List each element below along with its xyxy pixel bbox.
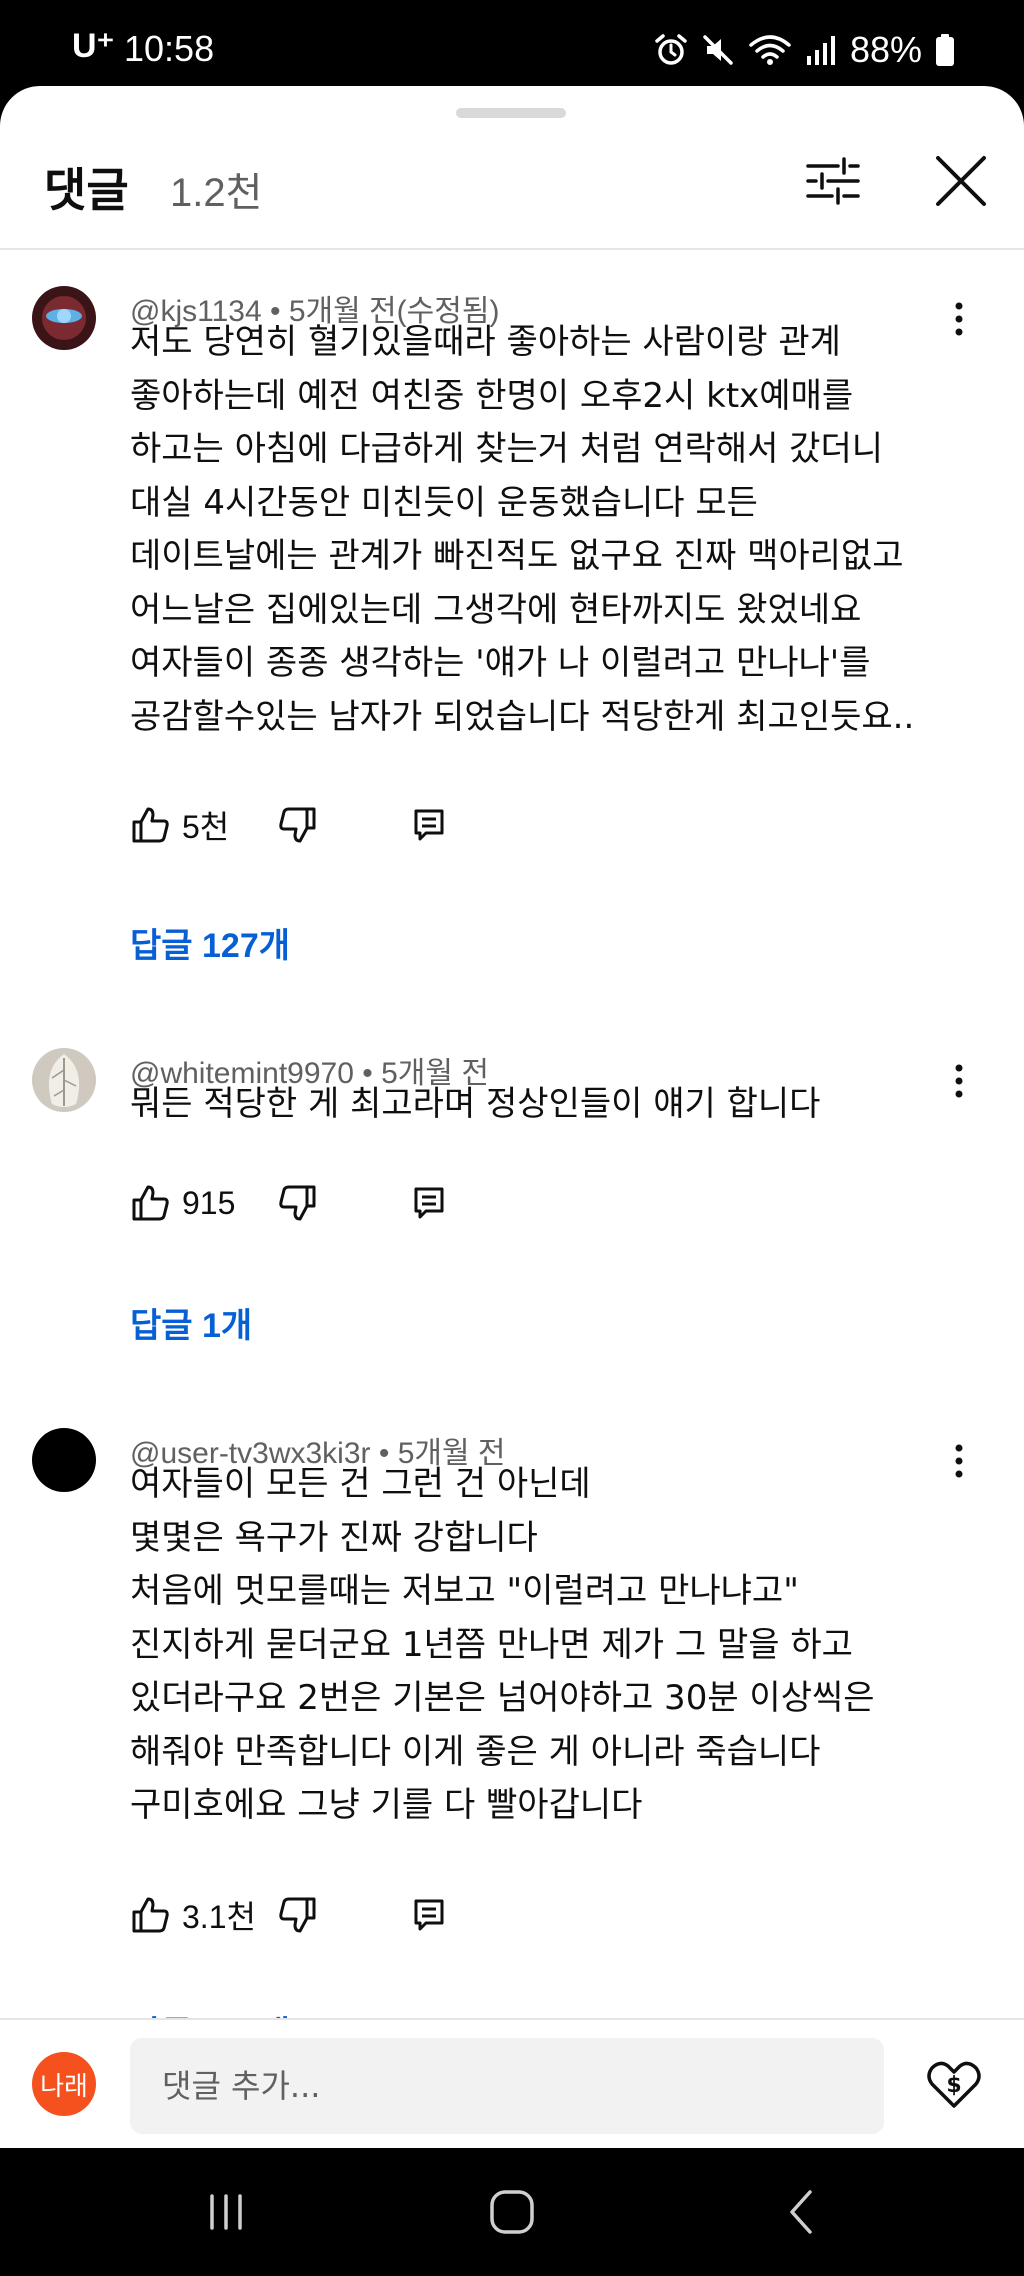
comment-item: @kjs1134 • 5개월 전(수정됨) 저도 당연히 혈기있을때라 좋아하는…	[0, 286, 1024, 846]
avatar[interactable]	[32, 286, 96, 350]
thumbs-up-icon	[132, 807, 169, 843]
recents-button[interactable]	[196, 2182, 256, 2242]
comments-sheet: 댓글 1.2천 @kjs1134 • 5개월 전(수정됨) 저도 당연히 혈기있…	[0, 86, 1024, 2148]
carrier-label: U⁺	[72, 27, 115, 65]
drag-handle[interactable]	[456, 108, 566, 118]
page-title: 댓글	[44, 163, 129, 217]
comments-header: 댓글 1.2천	[0, 146, 1024, 250]
comment-line: 뭐든 적당한 게 최고라며 정상인들이 얘기 합니다	[130, 1084, 821, 1124]
comment-line: 몇몇은 욕구가 진짜 강합니다	[130, 1517, 538, 1558]
comment-line: 처음에 멋모를때는 저보고 "이럴려고 만나냐고"	[130, 1571, 799, 1611]
home-button[interactable]	[482, 2182, 542, 2242]
comment-actions: 3.1천	[130, 1890, 530, 1940]
like-button[interactable]: 5천	[130, 800, 229, 850]
mute-icon	[703, 35, 733, 65]
comment-text: 여자들이 모든 건 그런 건 아닌데 몇몇은 욕구가 진짜 강합니다 처음에 멋…	[130, 1458, 980, 1833]
add-comment-input[interactable]	[130, 2038, 884, 2134]
avatar[interactable]	[32, 1428, 96, 1492]
comment-text: 뭐든 적당한 게 최고라며 정상인들이 얘기 합니다	[130, 1078, 980, 1132]
battery-icon	[936, 34, 954, 66]
reply-comment-icon	[414, 1187, 444, 1219]
battery-percent: 88%	[849, 29, 922, 70]
dislike-button[interactable]	[278, 1890, 318, 1940]
system-nav-bar	[0, 2148, 1024, 2276]
home-icon	[490, 2190, 534, 2234]
alarm-icon	[655, 34, 687, 65]
comment-actions: 915	[130, 1178, 530, 1228]
signal-icon	[806, 36, 835, 65]
reply-button[interactable]	[412, 1890, 446, 1940]
like-count: 915	[182, 1184, 236, 1221]
filter-button[interactable]	[798, 146, 868, 216]
svg-text:$: $	[946, 2073, 961, 2098]
comment-line: 좋아하는데 예전 여친중 한명이 오후2시 ktx예매를	[130, 375, 854, 416]
wifi-icon	[749, 35, 791, 65]
comment-line: 하고는 아침에 다급하게 찾는거 처럼 연락해서 갔더니	[130, 429, 884, 469]
comment-line: 대실 4시간동안 미친듯이 운동했습니다 모든	[130, 482, 758, 523]
status-bar: U⁺ 10:58 88%	[0, 0, 1024, 96]
comment-item: @whitemint9970 • 5개월 전 뭐든 적당한 게 최고라며 정상인…	[0, 1048, 1024, 1228]
comment-line: 여자들이 모든 건 그런 건 아닌데	[130, 1464, 591, 1504]
comment-line: 여자들이 종종 생각하는 '얘가 나 이럴려고 만나나'를	[130, 643, 871, 683]
thumbs-down-icon	[279, 807, 316, 843]
filter-sliders-icon	[806, 157, 860, 205]
back-icon	[790, 2190, 812, 2234]
close-icon	[936, 156, 986, 206]
my-avatar[interactable]: 나래	[32, 2052, 96, 2116]
view-replies-link[interactable]: 답글 1개	[130, 1298, 252, 1347]
thumbs-up-icon	[132, 1897, 169, 1933]
back-button[interactable]	[772, 2182, 832, 2242]
close-button[interactable]	[926, 146, 996, 216]
comment-line: 구미호에요 그냥 기를 다 빨아갑니다	[130, 1785, 643, 1825]
comment-line: 진지하게 묻더군요 1년쯤 만나면 제가 그 말을 하고	[130, 1624, 853, 1665]
thumbs-down-icon	[279, 1897, 316, 1933]
comment-count: 1.2천	[170, 171, 263, 215]
comment-line: 어느날은 집에있는데 그생각에 현타까지도 왔었네요	[130, 589, 862, 630]
reply-comment-icon	[414, 809, 444, 841]
thumbs-up-icon	[132, 1185, 169, 1221]
like-count: 3.1천	[182, 1899, 256, 1935]
thumbs-down-icon	[279, 1185, 316, 1221]
comment-actions: 5천	[130, 800, 530, 850]
like-button[interactable]: 915	[130, 1178, 235, 1228]
dislike-button[interactable]	[278, 1178, 318, 1228]
comment-composer: 나래 $	[0, 2018, 1024, 2148]
recents-icon	[210, 2194, 242, 2230]
comment-text: 저도 당연히 혈기있을때라 좋아하는 사람이랑 관계 좋아하는데 예전 여친중 …	[130, 316, 980, 744]
super-thanks-icon: $	[927, 2061, 981, 2108]
reply-comment-icon	[414, 1899, 444, 1931]
reply-button[interactable]	[412, 1178, 446, 1228]
reply-button[interactable]	[412, 800, 446, 850]
super-thanks-button[interactable]: $	[924, 2054, 984, 2114]
comment-line: 공감할수있는 남자가 되었습니다 적당한게 최고인듯요..	[130, 696, 915, 737]
like-button[interactable]: 3.1천	[130, 1890, 256, 1940]
comment-line: 있더라구요 2번은 기본은 넘어야하고 30분 이상씩은	[130, 1678, 875, 1718]
comment-line: 해줘야 만족합니다 이게 좋은 게 아니라 죽습니다	[130, 1731, 821, 1772]
avatar[interactable]	[32, 1048, 96, 1112]
comment-line: 저도 당연히 혈기있을때라 좋아하는 사람이랑 관계	[130, 322, 841, 362]
comment-line: 데이트날에는 관계가 빠진적도 없구요 진짜 맥아리없고	[130, 536, 904, 576]
clock: 10:58	[124, 28, 215, 69]
dislike-button[interactable]	[278, 800, 318, 850]
like-count: 5천	[182, 809, 230, 845]
comment-item: @user-tv3wx3ki3r • 5개월 전 여자들이 모든 건 그런 건 …	[0, 1428, 1024, 1948]
view-replies-link[interactable]: 답글 127개	[130, 918, 290, 967]
